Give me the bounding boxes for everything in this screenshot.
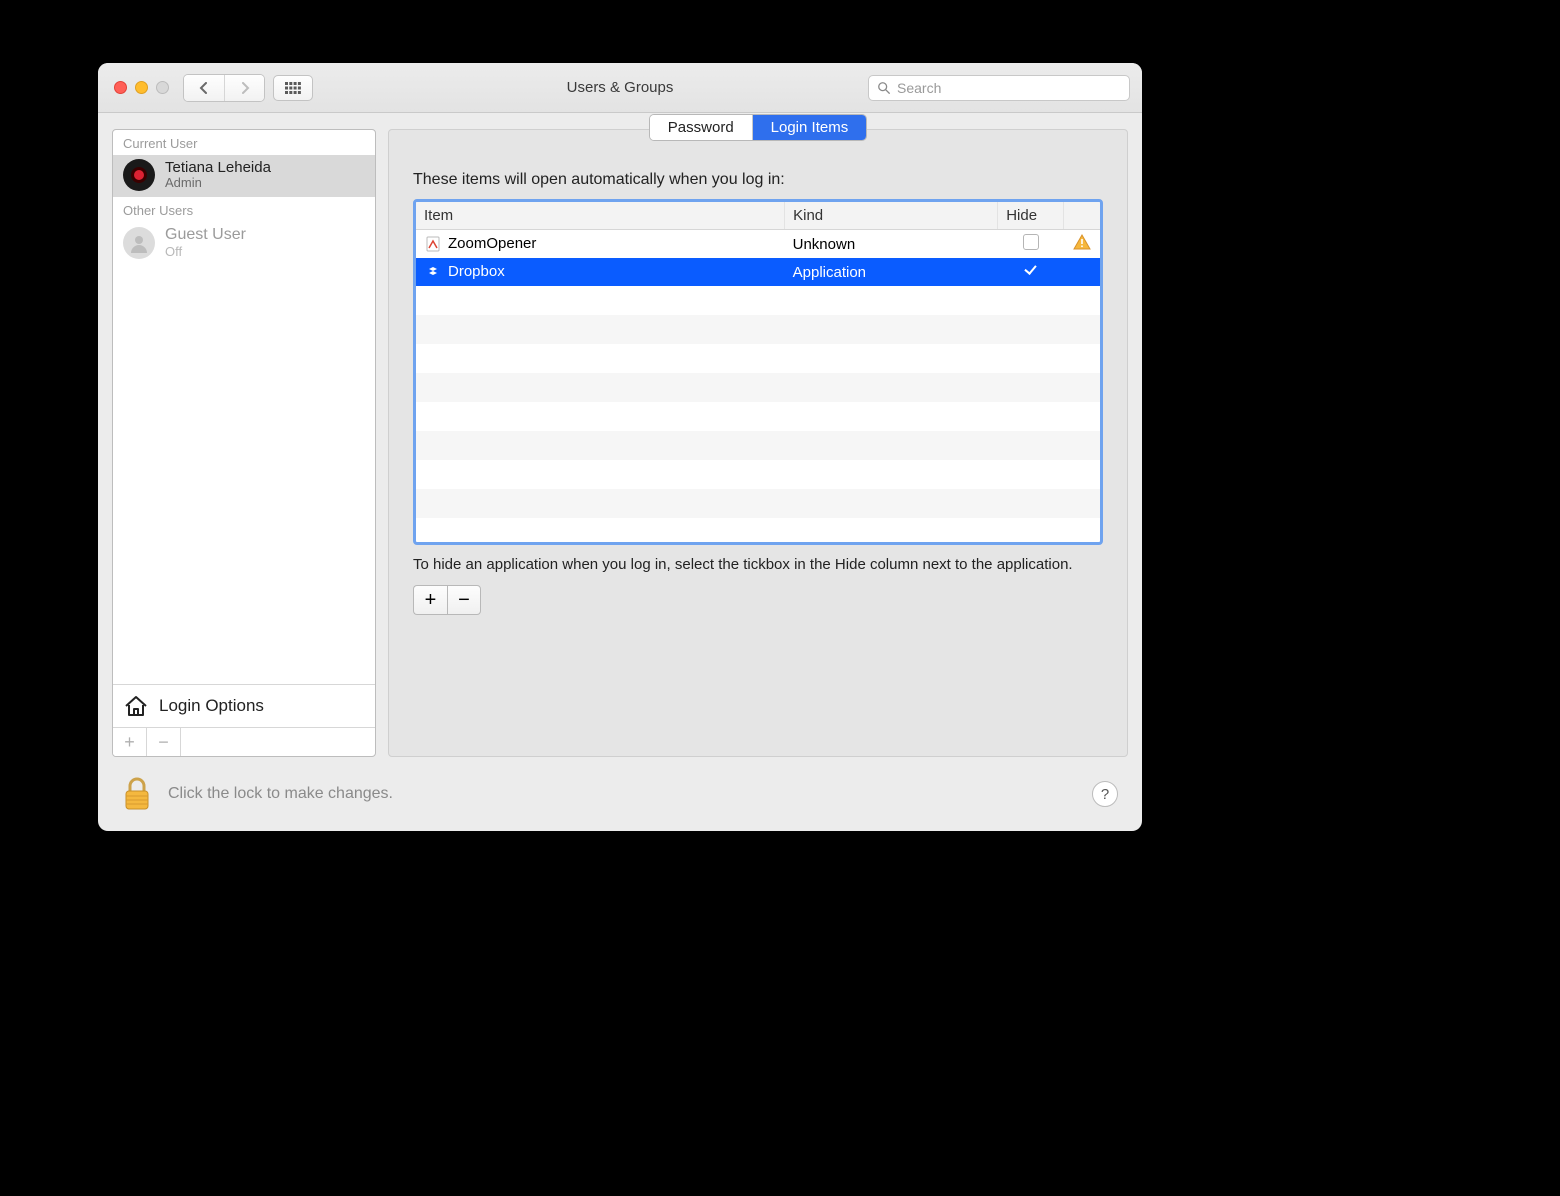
footer: Click the lock to make changes. ? [98,757,1142,831]
user-sidebar: Current User Tetiana Leheida Admin Other… [112,129,376,757]
login-items-intro: These items will open automatically when… [413,171,1103,189]
table-row-empty [416,402,1100,431]
table-row-empty [416,373,1100,402]
column-header-item[interactable]: Item [416,202,785,230]
main-panel: Password Login Items These items will op… [388,129,1128,757]
other-users-section-label: Other Users [113,197,375,222]
hide-hint-text: To hide an application when you log in, … [413,555,1103,575]
grid-icon [285,82,301,94]
lock-icon [123,777,151,811]
column-header-kind[interactable]: Kind [785,202,998,230]
table-row-empty [416,286,1100,315]
close-button[interactable] [114,81,127,94]
lock-hint-text: Click the lock to make changes. [168,785,393,803]
login-items-table[interactable]: Item Kind Hide ZoomOpener Unknown Dropbox A… [413,199,1103,545]
table-row-empty [416,431,1100,460]
warning-icon [1073,234,1091,250]
show-all-button[interactable] [273,75,313,101]
table-row-empty [416,460,1100,489]
tab-bar: Password Login Items [413,128,1103,155]
guest-avatar-icon [123,227,155,259]
avatar [123,159,155,191]
window-controls [114,81,169,94]
remove-user-button[interactable]: − [147,728,181,756]
sidebar-add-remove: + − [113,727,375,756]
item-kind: Unknown [785,230,998,259]
add-user-button[interactable]: + [113,728,147,756]
column-header-hide[interactable]: Hide [998,202,1064,230]
sidebar-guest-user[interactable]: Guest User Off [113,222,375,265]
nav-group [183,74,265,102]
current-user-section-label: Current User [113,130,375,155]
table-row[interactable]: ZoomOpener Unknown [416,230,1100,259]
help-button[interactable]: ? [1092,781,1118,807]
hide-checkbox[interactable] [1023,262,1039,278]
user-role-label: Admin [165,176,271,191]
guest-user-name: Guest User [165,226,246,244]
content-area: Current User Tetiana Leheida Admin Other… [98,113,1142,757]
tab-password[interactable]: Password [650,115,752,140]
zoom-button[interactable] [156,81,169,94]
item-name: Dropbox [448,263,505,280]
table-row-empty [416,315,1100,344]
user-name-label: Tetiana Leheida [165,159,271,176]
titlebar: Users & Groups [98,63,1142,113]
tab-login-items[interactable]: Login Items [752,115,867,140]
minimize-button[interactable] [135,81,148,94]
login-options-button[interactable]: Login Options [113,684,375,727]
chevron-right-icon [240,82,250,94]
app-generic-icon [424,235,442,253]
house-icon [123,693,149,719]
hide-checkbox[interactable] [1023,234,1039,250]
table-row[interactable]: Dropbox Application [416,258,1100,286]
dropbox-icon [424,263,442,281]
item-name: ZoomOpener [448,235,536,252]
search-icon [877,81,891,95]
add-login-item-button[interactable]: + [413,585,447,615]
item-kind: Application [785,258,998,286]
table-row-empty [416,489,1100,518]
guest-user-status: Off [165,245,246,260]
chevron-left-icon [199,82,209,94]
login-items-add-remove: + − [413,585,1103,615]
search-input[interactable] [897,80,1121,96]
column-header-warning [1064,202,1100,230]
forward-button[interactable] [224,75,264,101]
lock-button[interactable] [122,776,152,812]
preferences-window: Users & Groups Current User Tetiana Lehe… [98,63,1142,831]
back-button[interactable] [184,75,224,101]
sidebar-current-user[interactable]: Tetiana Leheida Admin [113,155,375,197]
table-row-empty [416,344,1100,373]
search-field[interactable] [868,75,1130,101]
login-options-label: Login Options [159,696,264,716]
remove-login-item-button[interactable]: − [447,585,481,615]
